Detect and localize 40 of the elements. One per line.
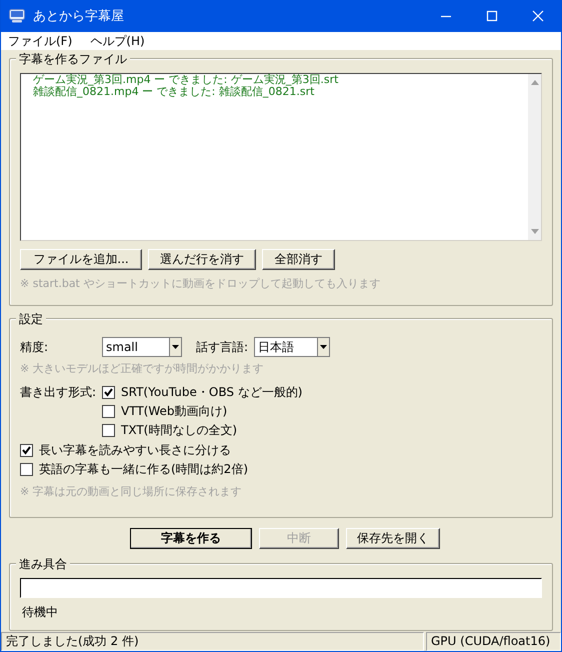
hint-text: ※ 字幕は元の動画と同じ場所に保存されます [20,484,243,499]
menu-item[interactable]: ファイル(F) [1,32,80,50]
status-text: 待機中 [21,604,59,621]
checkbox[interactable] [20,463,33,476]
app-icon [9,9,25,23]
checkbox[interactable] [102,405,115,418]
dropdown-arrow-icon[interactable] [172,345,179,349]
menu-item[interactable]: ヘルプ(H) [83,32,152,50]
checkbox[interactable] [20,444,33,457]
status-panel: GPU (CUDA/float16) [426,632,561,651]
maximize-icon[interactable] [486,10,498,22]
checkbox[interactable] [102,386,115,399]
window-title: あとから字幕屋 [33,8,124,25]
hint-text: ※ start.bat やショートカットに動画をドロップして起動しても入ります [20,276,382,291]
button[interactable]: 選んだ行を消す [148,249,256,270]
list-item[interactable]: ゲーム実況_第3回.mp4 ー できました: ゲーム実況_第3回.srt [33,74,528,86]
field-label: 書き出す形式: [20,384,98,401]
field-label: 精度: [20,338,50,356]
checkbox[interactable] [102,424,115,437]
hint-text: ※ 大きいモデルほど正確ですが時間がかかります [20,361,265,376]
button[interactable]: ファイルを追加... [20,249,142,270]
status-panel: 完了しました(成功 2 件) [1,632,424,651]
checkbox-label[interactable]: 英語の字幕も一緒に作る(時間は約2倍) [39,461,248,478]
close-icon[interactable] [532,10,544,22]
file-list[interactable]: ゲーム実況_第3回.mp4 ー できました: ゲーム実況_第3回.srt 雑談配信_0821.mp4 ー できました: 雑談配信_0821.srt [20,73,542,241]
group-title: 設定 [16,311,46,328]
checkbox-label[interactable]: VTT(Web動画向け) [121,403,228,420]
button[interactable]: 全部消す [262,249,335,270]
dropdown-arrow-icon[interactable] [320,345,328,349]
button[interactable]: 保存先を開く [346,528,440,549]
checkbox-label[interactable]: TXT(時間なしの全文) [121,422,238,439]
list-item[interactable]: 雑談配信_0821.mp4 ー できました: 雑談配信_0821.srt [33,86,528,98]
field-label: 話す言語: [196,338,248,356]
checkbox-label[interactable]: SRT(YouTube・OBS など一般的) [121,384,302,401]
checkbox-label[interactable]: 長い字幕を読みやすい長さに分ける [39,442,231,459]
button[interactable]: 字幕を作る [130,528,252,549]
language-dropdown[interactable]: 日本語 [254,337,330,357]
group-title: 字幕を作るファイル [16,51,130,68]
group-title: 進み具合 [16,556,70,573]
model-dropdown[interactable]: small [102,337,182,357]
